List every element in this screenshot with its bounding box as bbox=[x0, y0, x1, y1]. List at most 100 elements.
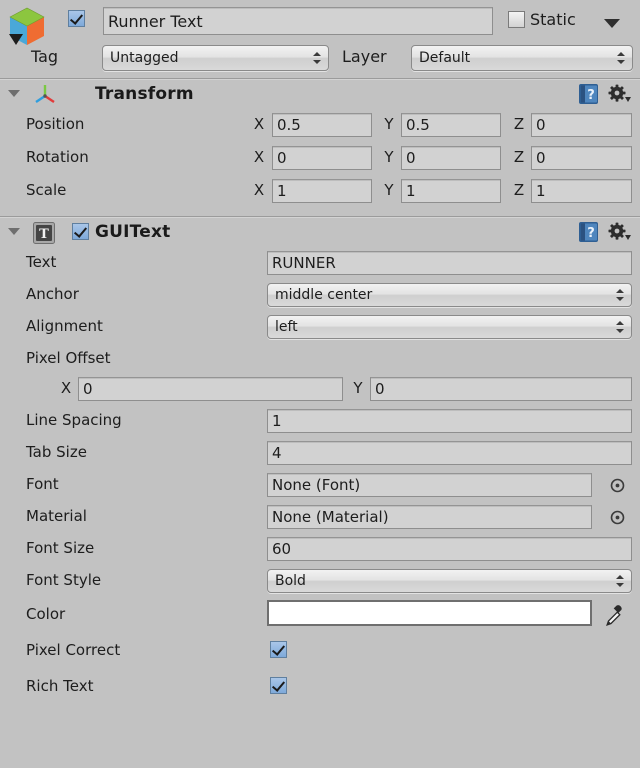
chevron-updown-icon bbox=[616, 574, 625, 588]
help-book-icon[interactable]: ? bbox=[578, 221, 600, 243]
guitext-font-row: Font None (Font) bbox=[0, 469, 640, 501]
guitext-color-row: Color bbox=[0, 597, 640, 633]
scale-z-input[interactable]: 1 bbox=[531, 179, 632, 203]
rotation-y-input[interactable]: 0 bbox=[401, 146, 501, 170]
chevron-updown-icon bbox=[617, 51, 626, 65]
rotation-x-axis-label: X bbox=[253, 148, 265, 166]
guitext-text-row: Text RUNNER bbox=[0, 247, 640, 279]
line-spacing-input[interactable]: 1 bbox=[267, 409, 632, 433]
transform-axis-gizmo-icon bbox=[32, 82, 58, 110]
material-label: Material bbox=[26, 507, 87, 525]
chevron-updown-icon bbox=[313, 51, 322, 65]
static-checkbox[interactable] bbox=[508, 11, 525, 28]
gear-settings-icon[interactable] bbox=[608, 222, 632, 242]
alignment-dropdown-value: left bbox=[275, 319, 298, 335]
guitext-pixeloffset-label-row: Pixel Offset bbox=[0, 343, 640, 373]
position-z-input[interactable]: 0 bbox=[531, 113, 632, 137]
font-style-dropdown[interactable]: Bold bbox=[267, 569, 632, 593]
pixel-offset-x-axis-label: X bbox=[60, 379, 72, 397]
transform-scale-row: Scale X 1 Y 1 Z 1 bbox=[0, 175, 640, 208]
guitext-richtext-row: Rich Text bbox=[0, 669, 640, 705]
position-x-input[interactable]: 0.5 bbox=[272, 113, 372, 137]
gameobject-active-checkbox[interactable] bbox=[68, 10, 85, 27]
tag-label: Tag bbox=[31, 47, 58, 66]
guitext-enabled-checkbox[interactable] bbox=[72, 223, 89, 240]
scale-x-input[interactable]: 1 bbox=[272, 179, 372, 203]
guitext-material-row: Material None (Material) bbox=[0, 501, 640, 533]
alignment-label: Alignment bbox=[26, 317, 103, 335]
unity-inspector-panel: Runner Text Static Tag Untagged Layer De… bbox=[0, 0, 640, 768]
position-y-input[interactable]: 0.5 bbox=[401, 113, 501, 137]
guitext-fontstyle-row: Font Style Bold bbox=[0, 565, 640, 597]
guitext-foldout-arrow-icon[interactable] bbox=[8, 228, 20, 235]
scale-label: Scale bbox=[26, 181, 66, 199]
transform-title: Transform bbox=[95, 84, 194, 104]
material-object-picker-icon[interactable] bbox=[610, 510, 625, 525]
pixel-correct-checkbox[interactable] bbox=[270, 641, 287, 658]
font-object-field[interactable]: None (Font) bbox=[267, 473, 592, 497]
transform-position-row: Position X 0.5 Y 0.5 Z 0 bbox=[0, 109, 640, 142]
pixel-offset-y-input[interactable]: 0 bbox=[370, 377, 632, 401]
gameobject-header: Runner Text Static Tag Untagged Layer De… bbox=[0, 0, 640, 78]
guitext-component-header[interactable]: T GUIText ? bbox=[0, 217, 640, 247]
text-input[interactable]: RUNNER bbox=[267, 251, 632, 275]
tab-size-input[interactable]: 4 bbox=[267, 441, 632, 465]
scale-x-axis-label: X bbox=[253, 181, 265, 199]
font-style-dropdown-value: Bold bbox=[275, 573, 306, 589]
rotation-label: Rotation bbox=[26, 148, 89, 166]
guitext-script-icon: T bbox=[33, 222, 55, 248]
layer-dropdown-value: Default bbox=[419, 50, 470, 66]
text-label: Text bbox=[26, 253, 56, 271]
anchor-dropdown-value: middle center bbox=[275, 287, 372, 303]
anchor-label: Anchor bbox=[26, 285, 79, 303]
guitext-pixeloffset-row: X 0 Y 0 bbox=[0, 373, 640, 405]
material-object-field[interactable]: None (Material) bbox=[267, 505, 592, 529]
tab-size-label: Tab Size bbox=[26, 443, 87, 461]
tag-dropdown-value: Untagged bbox=[110, 50, 178, 66]
rich-text-checkbox[interactable] bbox=[270, 677, 287, 694]
position-x-axis-label: X bbox=[253, 115, 265, 133]
anchor-dropdown[interactable]: middle center bbox=[267, 283, 632, 307]
guitext-fontsize-row: Font Size 60 bbox=[0, 533, 640, 565]
gear-settings-icon[interactable] bbox=[608, 84, 632, 104]
guitext-title: GUIText bbox=[95, 222, 170, 242]
transform-component-header[interactable]: Transform ? bbox=[0, 79, 640, 109]
rotation-z-input[interactable]: 0 bbox=[531, 146, 632, 170]
position-y-axis-label: Y bbox=[383, 115, 395, 133]
font-size-input[interactable]: 60 bbox=[267, 537, 632, 561]
pixel-offset-x-input[interactable]: 0 bbox=[78, 377, 343, 401]
alignment-dropdown[interactable]: left bbox=[267, 315, 632, 339]
layer-label: Layer bbox=[342, 47, 387, 66]
scale-z-axis-label: Z bbox=[513, 181, 525, 199]
spacer bbox=[0, 208, 640, 216]
font-size-label: Font Size bbox=[26, 539, 94, 557]
guitext-alignment-row: Alignment left bbox=[0, 311, 640, 343]
font-label: Font bbox=[26, 475, 59, 493]
gameobject-name-input[interactable]: Runner Text bbox=[103, 7, 493, 35]
guitext-linespacing-row: Line Spacing 1 bbox=[0, 405, 640, 437]
transform-foldout-arrow-icon[interactable] bbox=[8, 90, 20, 97]
line-spacing-label: Line Spacing bbox=[26, 411, 122, 429]
eyedropper-icon[interactable] bbox=[600, 601, 628, 629]
color-swatch[interactable] bbox=[267, 600, 592, 626]
tag-dropdown[interactable]: Untagged bbox=[102, 45, 329, 71]
help-book-icon[interactable]: ? bbox=[578, 83, 600, 105]
static-dropdown-arrow-icon[interactable] bbox=[604, 19, 620, 28]
font-style-label: Font Style bbox=[26, 571, 101, 589]
chevron-updown-icon bbox=[616, 288, 625, 302]
rotation-y-axis-label: Y bbox=[383, 148, 395, 166]
rotation-z-axis-label: Z bbox=[513, 148, 525, 166]
scale-y-input[interactable]: 1 bbox=[401, 179, 501, 203]
static-label: Static bbox=[530, 10, 576, 29]
guitext-tabsize-row: Tab Size 4 bbox=[0, 437, 640, 469]
gameobject-cube-icon bbox=[6, 5, 50, 49]
font-object-picker-icon[interactable] bbox=[610, 478, 625, 493]
color-label: Color bbox=[26, 605, 65, 623]
guitext-pixelcorrect-row: Pixel Correct bbox=[0, 633, 640, 669]
guitext-anchor-row: Anchor middle center bbox=[0, 279, 640, 311]
rotation-x-input[interactable]: 0 bbox=[272, 146, 372, 170]
layer-dropdown[interactable]: Default bbox=[411, 45, 633, 71]
position-label: Position bbox=[26, 115, 84, 133]
svg-text:T: T bbox=[39, 227, 49, 242]
pixel-offset-y-axis-label: Y bbox=[352, 379, 364, 397]
